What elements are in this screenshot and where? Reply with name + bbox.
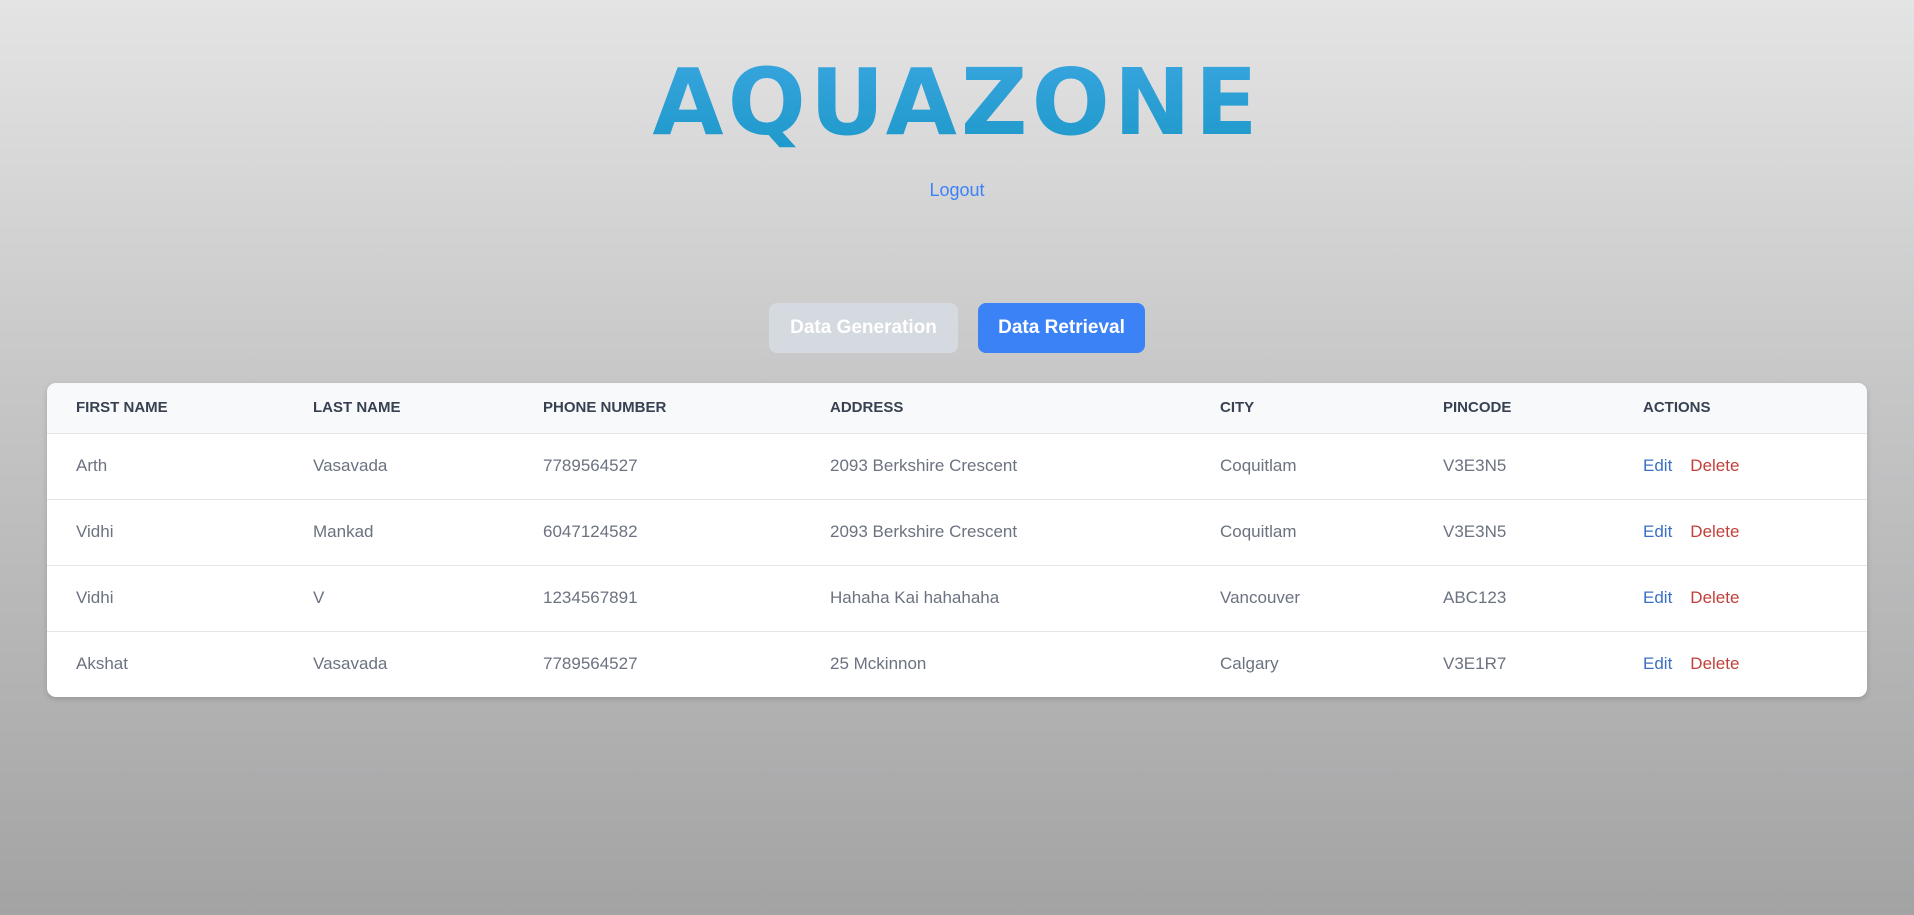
cell-last-name: Mankad <box>313 522 374 541</box>
column-header-first-name: FIRST NAME <box>76 399 168 417</box>
cell-address: 2093 Berkshire Crescent <box>830 456 1018 475</box>
edit-button[interactable]: Edit <box>1643 456 1672 475</box>
cell-city: Calgary <box>1220 654 1279 674</box>
column-header-address: ADDRESS <box>830 399 904 417</box>
column-header-last-name: LAST NAME <box>313 399 401 417</box>
edit-button[interactable]: Edit <box>1643 522 1672 541</box>
table-header-row: FIRST NAME LAST NAME PHONE NUMBER ADDRES… <box>47 383 1867 433</box>
cell-phone-number: 7789564527 <box>543 456 638 475</box>
cell-first-name: Arth <box>76 456 108 475</box>
cell-actions: Edit Delete <box>1614 631 1867 697</box>
cell-city: Vancouver <box>1220 588 1301 607</box>
table-row: Vidhi V 1234567891 Hahaha Kai hahahaha V… <box>47 565 1867 631</box>
tab-data-retrieval[interactable]: Data Retrieval <box>978 303 1145 353</box>
cell-first-name: Akshat <box>76 654 128 674</box>
delete-button[interactable]: Delete <box>1690 522 1739 541</box>
table-row: Akshat Vasavada 7789564527 25 Mckinnon C… <box>47 631 1867 697</box>
tab-bar: Data Generation Data Retrieval <box>0 303 1914 353</box>
delete-button[interactable]: Delete <box>1690 456 1739 475</box>
column-header-phone-number: PHONE NUMBER <box>543 399 667 417</box>
cell-first-name: Vidhi <box>76 522 114 541</box>
delete-button[interactable]: Delete <box>1690 588 1739 607</box>
cell-address: 2093 Berkshire Crescent <box>830 522 1018 541</box>
column-header-pincode: PINCODE <box>1443 399 1512 417</box>
delete-button[interactable]: Delete <box>1690 654 1739 673</box>
cell-pincode: V3E3N5 <box>1443 522 1507 541</box>
cell-actions: Edit Delete <box>1614 499 1867 565</box>
table-row: Arth Vasavada 7789564527 2093 Berkshire … <box>47 433 1867 499</box>
column-header-city: CITY <box>1220 399 1255 417</box>
cell-phone-number: 6047124582 <box>543 522 638 541</box>
cell-actions: Edit Delete <box>1614 433 1867 499</box>
cell-pincode: V3E1R7 <box>1443 654 1507 674</box>
cell-pincode: V3E3N5 <box>1443 456 1507 475</box>
logout-link[interactable]: Logout <box>0 180 1914 201</box>
cell-city: Coquitlam <box>1220 522 1297 541</box>
cell-first-name: Vidhi <box>76 588 114 607</box>
cell-address: Hahaha Kai hahahaha <box>830 588 1000 607</box>
records-table: FIRST NAME LAST NAME PHONE NUMBER ADDRES… <box>47 383 1867 697</box>
tab-data-generation[interactable]: Data Generation <box>769 303 958 353</box>
cell-pincode: ABC123 <box>1443 588 1507 607</box>
edit-button[interactable]: Edit <box>1643 654 1672 673</box>
cell-phone-number: 1234567891 <box>543 588 638 607</box>
app-logo: AQUAZONE <box>0 48 1914 158</box>
cell-last-name: Vasavada <box>313 456 388 475</box>
cell-phone-number: 7789564527 <box>543 654 638 674</box>
column-header-actions: ACTIONS <box>1643 399 1711 417</box>
table-row: Vidhi Mankad 6047124582 2093 Berkshire C… <box>47 499 1867 565</box>
cell-last-name: V <box>313 588 325 607</box>
records-table-card: FIRST NAME LAST NAME PHONE NUMBER ADDRES… <box>47 383 1867 697</box>
cell-city: Coquitlam <box>1220 456 1297 475</box>
cell-address: 25 Mckinnon <box>830 654 927 674</box>
cell-last-name: Vasavada <box>313 654 388 674</box>
cell-actions: Edit Delete <box>1614 565 1867 631</box>
edit-button[interactable]: Edit <box>1643 588 1672 607</box>
